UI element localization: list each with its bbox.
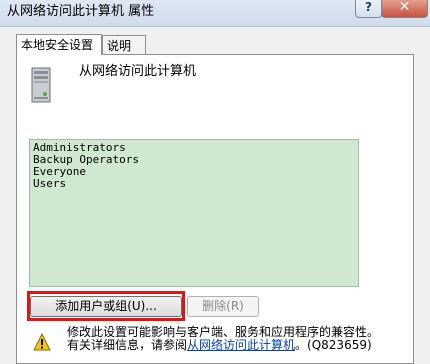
- server-computer-icon: [31, 67, 51, 103]
- list-item[interactable]: Everyone: [33, 166, 355, 178]
- list-item[interactable]: Users: [33, 178, 355, 190]
- members-list[interactable]: Administrators Backup Operators Everyone…: [29, 139, 359, 287]
- window-title: 从网络访问此计算机 属性: [7, 4, 155, 19]
- remove-button[interactable]: 删除(R): [187, 296, 259, 317]
- tab-local-security-setting[interactable]: 本地安全设置: [16, 34, 102, 55]
- more-info-prefix: 有关详细信息，请参阅: [67, 338, 188, 352]
- tab-label: 本地安全设置: [21, 38, 94, 52]
- tab-label: 说明: [107, 39, 132, 53]
- more-info-text: 有关详细信息，请参阅从网络访问此计算机。(Q823659): [67, 339, 372, 352]
- close-button[interactable]: ✕: [381, 0, 428, 18]
- policy-help-link[interactable]: 从网络访问此计算机: [187, 338, 295, 352]
- help-button[interactable]: ?: [355, 0, 382, 18]
- more-info-suffix: 。(Q823659): [295, 338, 372, 352]
- add-user-or-group-button[interactable]: 添加用户或组(U)...: [30, 296, 182, 317]
- policy-name: 从网络访问此计算机: [79, 64, 197, 79]
- title-bar: 从网络访问此计算机 属性 ? ✕: [0, 0, 430, 27]
- tab-explain[interactable]: 说明: [102, 35, 146, 55]
- warning-icon: [33, 333, 51, 351]
